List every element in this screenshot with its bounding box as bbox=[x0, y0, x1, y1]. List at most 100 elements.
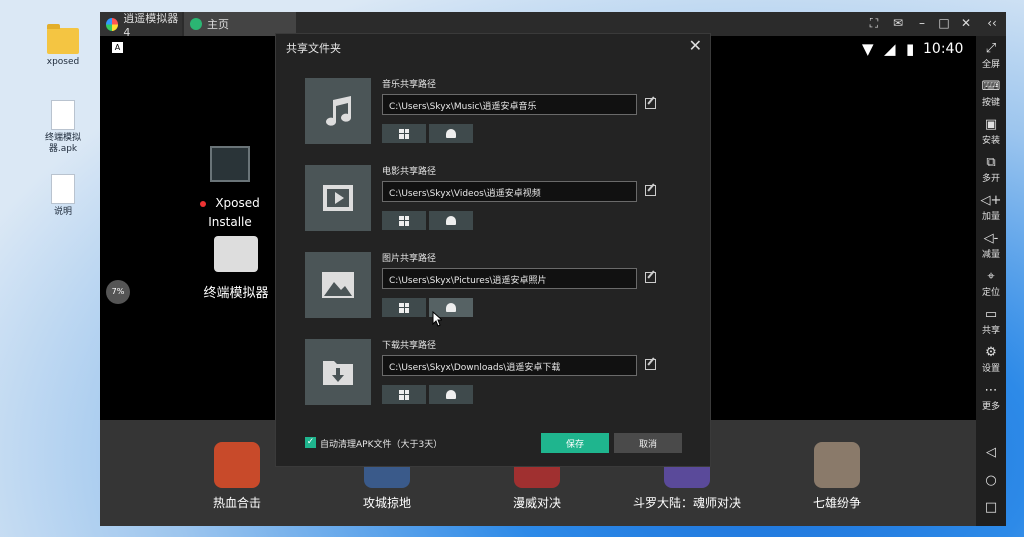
auto-clean-checkbox[interactable]: ✓ bbox=[305, 437, 316, 448]
minimize-button[interactable]: – bbox=[914, 16, 930, 30]
gear-icon: ⚙ bbox=[985, 345, 997, 360]
path-input[interactable]: C:\Users\Skyx\Downloads\逍遥安卓下载 bbox=[382, 355, 637, 376]
android-icon bbox=[446, 216, 456, 225]
folder-icon bbox=[47, 24, 79, 54]
android-icon bbox=[446, 129, 456, 138]
sidebar-item-location[interactable]: ⌖ 定位 bbox=[976, 270, 1006, 299]
auto-clean-label: 自动清理APK文件（大于3天） bbox=[320, 440, 443, 450]
save-button[interactable]: 保存 bbox=[541, 433, 609, 453]
file-icon bbox=[51, 174, 75, 204]
desktop-icon-xposed[interactable]: xposed bbox=[33, 24, 93, 68]
sidebar-item-label: 共享 bbox=[981, 326, 1000, 336]
open-in-android-button[interactable] bbox=[429, 124, 473, 143]
wifi-icon: ▼ bbox=[862, 40, 874, 58]
game-icon bbox=[214, 442, 260, 488]
game-icon bbox=[814, 442, 860, 488]
cancel-button[interactable]: 取消 bbox=[614, 433, 682, 453]
sidebar-item-volume-down[interactable]: ◁- 减量 bbox=[976, 231, 1006, 261]
sidebar-item-label: 按键 bbox=[981, 98, 1000, 108]
close-button[interactable]: ✕ bbox=[958, 16, 974, 30]
collapse-sidebar-icon[interactable]: ‹‹ bbox=[984, 16, 1000, 30]
app-logo-icon bbox=[106, 17, 119, 31]
edit-path-icon[interactable] bbox=[645, 98, 656, 109]
notification-icon[interactable]: ✉ bbox=[890, 16, 906, 30]
edit-path-icon[interactable] bbox=[645, 272, 656, 283]
fullscreen-icon: ⤢ bbox=[985, 41, 997, 56]
shared-folder-dialog: 共享文件夹 ✕ 音乐共享路径 C:\Users\Skyx\Music\逍遥安卓音… bbox=[275, 33, 711, 467]
app-label: Xposed Installe bbox=[208, 196, 260, 229]
xposed-app-icon bbox=[210, 146, 250, 182]
sidebar-item-volume-up[interactable]: ◁+ 加量 bbox=[976, 193, 1006, 223]
back-icon: ◁ bbox=[986, 445, 996, 460]
desktop-icon-terminal-apk[interactable]: 终端模拟器.apk bbox=[33, 100, 93, 155]
edit-path-icon[interactable] bbox=[645, 359, 656, 370]
new-dot-icon bbox=[200, 201, 207, 207]
home-button[interactable]: ○ bbox=[976, 474, 1006, 489]
recents-button[interactable]: □ bbox=[976, 501, 1006, 516]
sidebar-item-label: 多开 bbox=[981, 174, 1000, 184]
sidebar-item-keymap[interactable]: ⌨ 按键 bbox=[976, 79, 1006, 109]
sidebar-item-fullscreen[interactable]: ⤢ 全屏 bbox=[976, 41, 1006, 71]
signal-icon: ◢ bbox=[884, 40, 896, 58]
sidebar-item-label: 更多 bbox=[981, 402, 1000, 412]
app-xposed[interactable]: Xposed Installe bbox=[180, 146, 280, 230]
open-in-android-button[interactable] bbox=[429, 385, 473, 404]
dialog-close-button[interactable]: ✕ bbox=[689, 36, 702, 55]
desktop-icon-label: xposed bbox=[46, 57, 80, 67]
sidebar-item-more[interactable]: ⋯ 更多 bbox=[976, 384, 1006, 413]
dialog-title: 共享文件夹 bbox=[286, 42, 341, 55]
dock-app-5[interactable]: 七雄纷争 bbox=[782, 442, 892, 511]
screenshot-icon[interactable]: ⛶ bbox=[866, 16, 882, 31]
tab-label: 逍遥模拟器4 bbox=[123, 11, 179, 39]
app-label: 攻城掠地 bbox=[362, 496, 411, 510]
android-icon bbox=[446, 303, 456, 312]
sidebar: ⤢ 全屏 ⌨ 按键 ▣ 安装 ⧉ 多开 ◁+ 加量 ◁- 减量 ⌖ 定位 ▭ 共享 ⚙ 设置 ⋯ 更… bbox=[976, 36, 1006, 526]
open-in-android-button[interactable] bbox=[429, 211, 473, 230]
recents-icon: □ bbox=[984, 500, 998, 515]
windows-icon bbox=[399, 215, 409, 226]
keyboard-icon: ⌨ bbox=[981, 79, 1001, 94]
edit-path-icon[interactable] bbox=[645, 185, 656, 196]
app-label: 漫威对决 bbox=[512, 496, 561, 510]
image-icon bbox=[305, 252, 371, 318]
sidebar-item-share[interactable]: ▭ 共享 bbox=[976, 307, 1006, 337]
path-input[interactable]: C:\Users\Skyx\Pictures\逍遥安卓照片 bbox=[382, 268, 637, 289]
app-label: 终端模拟器 bbox=[203, 286, 269, 301]
app-label: 热血合击 bbox=[212, 496, 261, 510]
mouse-cursor-icon bbox=[432, 311, 442, 327]
volume-down-icon: ◁- bbox=[983, 231, 999, 246]
maximize-button[interactable]: □ bbox=[936, 16, 952, 30]
sidebar-item-install[interactable]: ▣ 安装 bbox=[976, 117, 1006, 147]
home-tab-icon bbox=[190, 18, 202, 30]
row-label: 下载共享路径 bbox=[382, 341, 437, 351]
sidebar-item-label: 定位 bbox=[981, 288, 1000, 298]
app-store-icon[interactable]: A bbox=[112, 42, 123, 53]
open-in-windows-button[interactable] bbox=[382, 211, 426, 230]
open-in-windows-button[interactable] bbox=[382, 124, 426, 143]
app-terminal[interactable]: 终端模拟器 bbox=[186, 236, 286, 301]
path-input[interactable]: C:\Users\Skyx\Videos\逍遥安卓视频 bbox=[382, 181, 637, 202]
app-label: 斗罗大陆：魂师对决 bbox=[632, 496, 741, 510]
sidebar-item-label: 设置 bbox=[981, 364, 1000, 374]
sidebar-item-multi[interactable]: ⧉ 多开 bbox=[976, 156, 1006, 185]
sidebar-item-label: 全屏 bbox=[981, 60, 1000, 70]
folder-share-icon: ▭ bbox=[984, 307, 998, 322]
open-in-windows-button[interactable] bbox=[382, 298, 426, 317]
desktop-icon-readme[interactable]: 说明 bbox=[33, 174, 93, 218]
file-icon bbox=[51, 100, 75, 130]
open-in-windows-button[interactable] bbox=[382, 385, 426, 404]
sidebar-item-settings[interactable]: ⚙ 设置 bbox=[976, 345, 1006, 375]
desktop-icon-label: 说明 bbox=[53, 207, 72, 217]
path-input[interactable]: C:\Users\Skyx\Music\逍遥安卓音乐 bbox=[382, 94, 637, 115]
battery-icon: ▮ bbox=[906, 40, 915, 58]
back-button[interactable]: ◁ bbox=[976, 446, 1006, 461]
home-icon: ○ bbox=[985, 473, 997, 488]
memory-badge[interactable]: 7% bbox=[106, 280, 130, 304]
desktop-icon-label: 终端模拟器.apk bbox=[44, 133, 81, 154]
apk-install-icon: ▣ bbox=[984, 117, 998, 132]
share-row-video: 电影共享路径 C:\Users\Skyx\Videos\逍遥安卓视频 bbox=[305, 165, 685, 233]
tab-emulator[interactable]: 逍遥模拟器4 bbox=[100, 11, 182, 39]
download-folder-icon bbox=[305, 339, 371, 405]
volume-up-icon: ◁+ bbox=[980, 193, 1002, 208]
windows-icon bbox=[399, 302, 409, 313]
